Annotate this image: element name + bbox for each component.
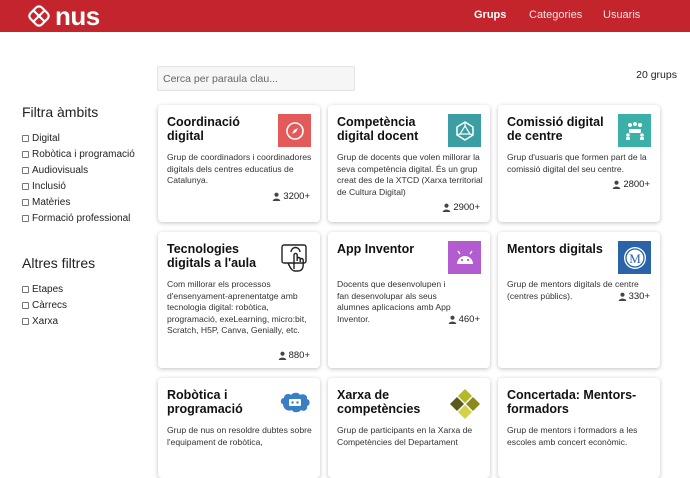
filter-label: Audiovisuals: [32, 164, 89, 176]
members-value: 3200+: [283, 191, 310, 202]
filter-label: Etapes: [32, 283, 64, 295]
members-value: 330+: [628, 291, 650, 302]
robot-brain-icon: [278, 387, 311, 420]
filter-option[interactable]: Audiovisuals: [22, 162, 135, 178]
logo-text: nus: [55, 1, 100, 31]
nav-categories[interactable]: Categories: [529, 9, 582, 21]
svg-text:M: M: [629, 251, 641, 266]
members-value: 460+: [458, 314, 480, 325]
filter-altres-title: Altres filtres: [22, 255, 96, 271]
user-icon: [618, 292, 626, 301]
filter-option[interactable]: Robòtica i programació: [22, 146, 135, 162]
card-description: Grup de docents que volen millorar la se…: [337, 152, 483, 197]
group-card-xarxa-competencies[interactable]: Xarxa de competències Grup de participan…: [328, 378, 490, 478]
checkbox[interactable]: [22, 301, 29, 309]
nav-usuaris[interactable]: Usuaris: [603, 9, 640, 21]
filter-altres-list: Etapes Càrrecs Xarxa: [22, 281, 67, 329]
filter-ambits-list: Digital Robòtica i programació Audiovisu…: [22, 130, 135, 226]
group-card-competencia-digital-docent[interactable]: Competència digital docent Grup de docen…: [328, 105, 490, 222]
filter-label: Càrrecs: [32, 299, 68, 311]
filter-label: Inclusió: [32, 180, 66, 192]
user-icon: [273, 192, 281, 201]
nus-logo[interactable]: nus: [28, 3, 100, 29]
checkbox[interactable]: [22, 198, 29, 206]
members-count: 2800+: [612, 179, 650, 190]
card-description: Grup de mentors i formadors a les escole…: [507, 425, 638, 447]
touch-screen-icon: [278, 241, 311, 274]
group-card-mentors-digitals[interactable]: Mentors digitals M Grup de mentors digit…: [498, 232, 660, 368]
network-diamond-icon: [448, 387, 481, 420]
group-card-tecnologies-digitals[interactable]: Tecnologies digitals a l'aula Com millor…: [158, 232, 320, 368]
meeting-icon: [618, 114, 651, 147]
top-navigation-bar: nus Grups Categories Usuaris: [0, 0, 690, 32]
group-card-coordinacio-digital[interactable]: Coordinació digital Grup de coordinadors…: [158, 105, 320, 222]
members-count: 3200+: [272, 191, 310, 202]
filter-option[interactable]: Càrrecs: [22, 297, 67, 313]
card-title: Comissió digital de centre: [507, 115, 604, 143]
nus-logo-icon: [28, 5, 50, 27]
members-count: 330+: [618, 291, 650, 302]
user-icon: [443, 203, 451, 212]
filter-label: Robòtica i programació: [32, 148, 135, 160]
members-count: 2900+: [442, 202, 480, 213]
card-title: Robòtica i programació: [167, 388, 243, 416]
card-description: Docents que desenvolupen i fan desenvolu…: [337, 279, 451, 324]
card-description: Grup de nus on resoldre dubtes sobre l'e…: [167, 425, 312, 447]
filter-option[interactable]: Digital: [22, 130, 135, 146]
members-count: 460+: [448, 314, 480, 325]
card-description: Grup de coordinadors i coordinadores dig…: [167, 152, 312, 185]
group-card-robotica[interactable]: Robòtica i programació Grup de nus on re…: [158, 378, 320, 478]
filter-option[interactable]: Etapes: [22, 281, 67, 297]
group-card-comissio-digital[interactable]: Comissió digital de centre Grup d'usuari…: [498, 105, 660, 222]
checkbox[interactable]: [22, 150, 29, 158]
user-icon: [448, 315, 456, 324]
card-title: Coordinació digital: [167, 115, 240, 143]
compass-icon: [278, 114, 311, 147]
card-description: Grup d'usuaris que formen part de la com…: [507, 152, 647, 174]
filter-ambits-title: Filtra àmbits: [22, 104, 99, 120]
android-icon: [448, 241, 481, 274]
filter-option[interactable]: Matèries: [22, 194, 135, 210]
filter-option[interactable]: Formació professional: [22, 210, 135, 226]
checkbox[interactable]: [22, 214, 29, 222]
card-title: Mentors digitals: [507, 242, 603, 256]
group-card-concertada[interactable]: Concertada: Mentors-formadors Grup de me…: [498, 378, 660, 478]
members-value: 2900+: [453, 202, 480, 213]
filter-label: Matèries: [32, 196, 71, 208]
filter-option[interactable]: Inclusió: [22, 178, 135, 194]
checkbox[interactable]: [22, 166, 29, 174]
checkbox[interactable]: [22, 285, 29, 293]
checkbox[interactable]: [22, 317, 29, 325]
filter-label: Digital: [32, 132, 60, 144]
results-count: 20 grups: [636, 69, 677, 81]
card-title: Competència digital docent: [337, 115, 419, 143]
card-title: Xarxa de competències: [337, 388, 421, 416]
filter-option[interactable]: Xarxa: [22, 313, 67, 329]
mentor-badge-icon: M: [618, 241, 651, 274]
members-value: 2800+: [623, 179, 650, 190]
members-value: 880+: [288, 350, 310, 361]
search-input[interactable]: [157, 66, 355, 91]
user-icon: [278, 351, 286, 360]
card-title: Concertada: Mentors-formadors: [507, 388, 637, 416]
checkbox[interactable]: [22, 182, 29, 190]
dice-icon: [448, 114, 481, 147]
card-description: Grup de participants en la Xarxa de Comp…: [337, 425, 473, 447]
members-count: 880+: [278, 350, 310, 361]
user-icon: [613, 180, 621, 189]
checkbox[interactable]: [22, 134, 29, 142]
nav-grups[interactable]: Grups: [474, 9, 506, 21]
filter-label: Formació professional: [32, 212, 131, 224]
filter-label: Xarxa: [32, 315, 59, 327]
card-title: App Inventor: [337, 242, 415, 256]
group-card-app-inventor[interactable]: App Inventor Docents que desenvolupen i …: [328, 232, 490, 368]
card-description: Com millorar els processos d'ensenyament…: [167, 279, 307, 335]
card-title: Tecnologies digitals a l'aula: [167, 242, 257, 270]
